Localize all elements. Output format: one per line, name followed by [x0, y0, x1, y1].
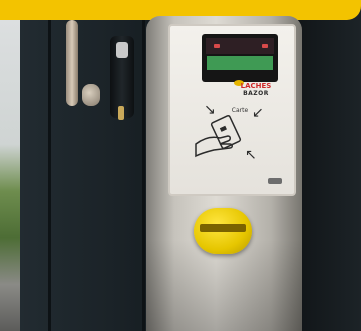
door-handle: [66, 20, 78, 106]
status-led: [214, 44, 220, 48]
coin-slot-opening[interactable]: [200, 224, 246, 232]
photo-scene: LACHES BAZOR Carte ↘ ↙ ↖: [0, 0, 361, 331]
right-door-edge: [296, 20, 361, 331]
door-seam: [142, 20, 145, 331]
card-in-hand-icon[interactable]: [194, 114, 250, 162]
door-handle-knob: [82, 84, 100, 106]
door-seam: [48, 20, 51, 331]
lock-keyhole: [116, 42, 128, 58]
arrow-down-left-icon: ↙: [252, 105, 264, 121]
brand-subtitle: BAZOR: [243, 90, 269, 97]
lcd-screen: [207, 56, 273, 70]
lock-key-tip: [118, 106, 124, 120]
brand-name: LACHES: [240, 82, 272, 90]
brand-logo: LACHES BAZOR: [226, 82, 286, 104]
small-logo-icon: [268, 178, 282, 184]
status-led: [262, 44, 268, 48]
